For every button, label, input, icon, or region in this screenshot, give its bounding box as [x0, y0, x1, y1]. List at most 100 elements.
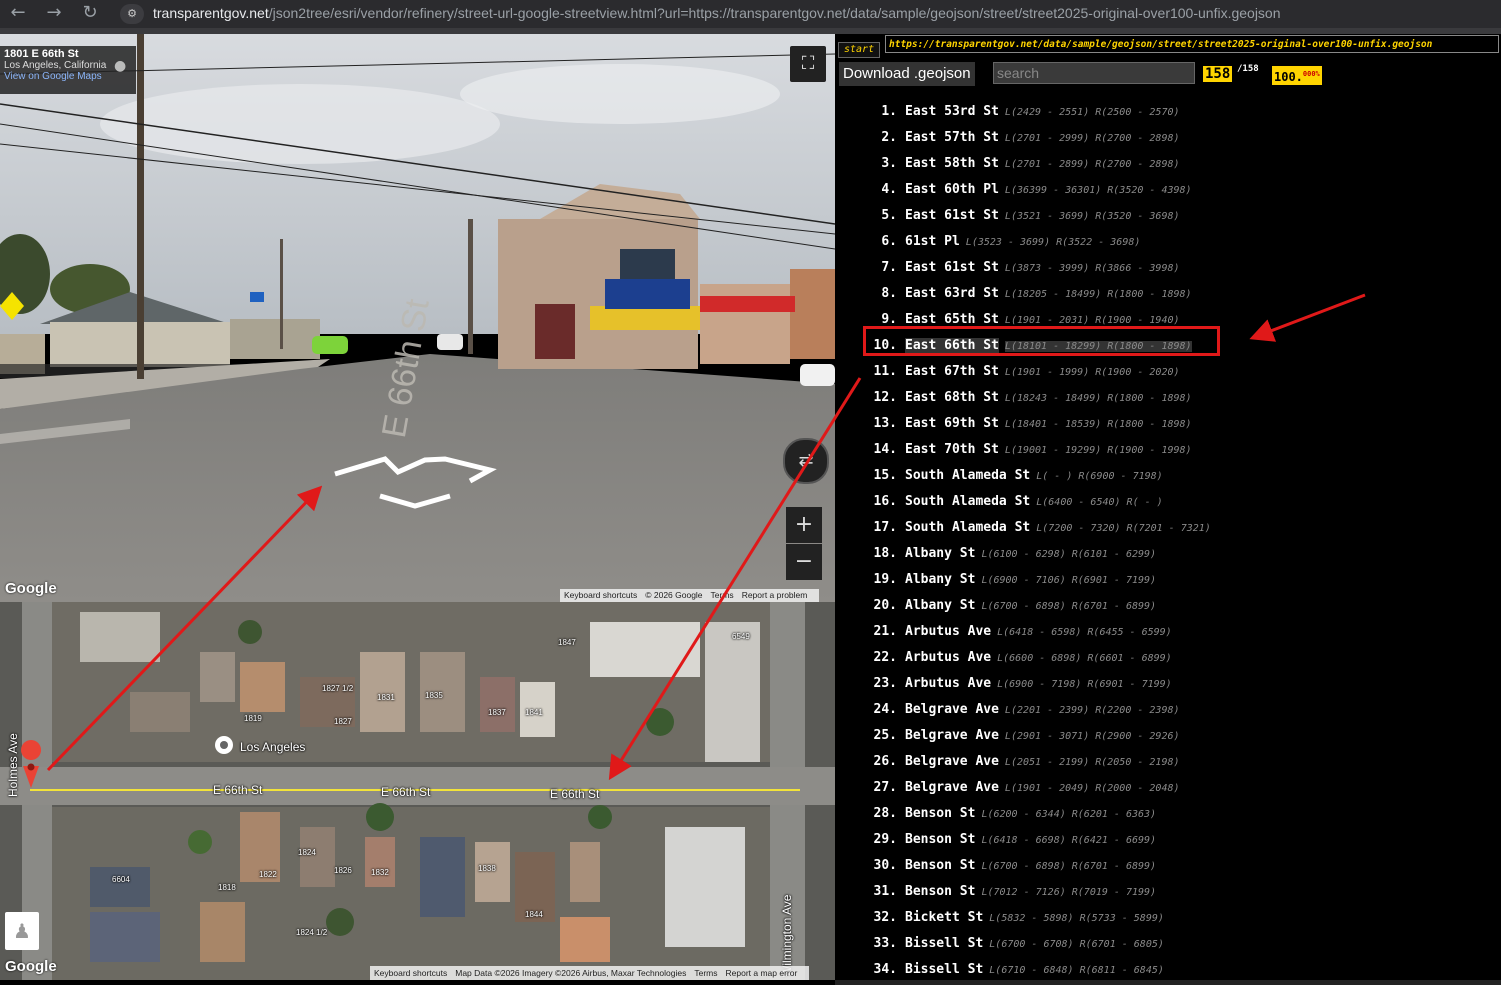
- site-info-icon[interactable]: ⚙: [120, 4, 144, 24]
- fullscreen-button[interactable]: ⛶: [790, 46, 826, 82]
- browser-toolbar: ← → ↻ ⚙ transparentgov.net/json2tree/esr…: [0, 0, 1501, 34]
- source-url-field[interactable]: https://transparentgov.net/data/sample/g…: [885, 35, 1499, 53]
- street-list-item[interactable]: 20. Albany St L(6700 - 6898) R(6701 - 6899…: [835, 591, 1501, 617]
- zoom-out-button[interactable]: −: [786, 544, 822, 580]
- street-view-panorama[interactable]: E 66th St 1801 E 66th St Los Angeles, Ca…: [0, 34, 835, 602]
- scrollbar-track[interactable]: [835, 980, 1501, 985]
- street-list-item[interactable]: 34. Bissell St L(6710 - 6848) R(6811 - 684…: [835, 955, 1501, 981]
- street-number: 31.: [873, 884, 897, 899]
- street-name: Benson St: [905, 832, 976, 847]
- parcel-number: 1838: [478, 864, 496, 873]
- street-list-item[interactable]: 30. Benson St L(6700 - 6898) R(6701 - 6899…: [835, 851, 1501, 877]
- view-on-google-maps-link[interactable]: View on Google Maps: [4, 71, 132, 82]
- street-number: 17.: [873, 520, 897, 535]
- street-list-item[interactable]: 8. East 63rd St L(18205 - 18499) R(1800 - …: [835, 279, 1501, 305]
- satellite-map[interactable]: E 66th St E 66th St E 66th St Holmes Ave…: [0, 602, 835, 980]
- zoom-in-button[interactable]: +: [786, 507, 822, 543]
- street-list-item[interactable]: 18. Albany St L(6100 - 6298) R(6101 - 6299…: [835, 539, 1501, 565]
- terms-link[interactable]: Terms: [711, 590, 734, 600]
- map-road-label-right: Wilmington Ave: [780, 894, 794, 977]
- map-data-text: Map Data ©2026 Imagery ©2026 Airbus, Max…: [455, 968, 687, 978]
- reload-icon[interactable]: ↻: [76, 0, 104, 28]
- minus-icon: −: [794, 549, 814, 574]
- address-bar[interactable]: transparentgov.net/json2tree/esri/vendor…: [153, 5, 1281, 21]
- street-list-item[interactable]: 15. South Alameda St L( - ) R(6900 - 7198): [835, 461, 1501, 487]
- street-list-item[interactable]: 32. Bickett St L(5832 - 5898) R(5733 - 589…: [835, 903, 1501, 929]
- street-list-item[interactable]: 7. East 61st St L(3873 - 3999) R(3866 - 39…: [835, 253, 1501, 279]
- street-address-range: L(3521 - 3699) R(3520 - 3698): [1004, 211, 1180, 222]
- street-number: 29.: [873, 832, 897, 847]
- street-list-item[interactable]: 22. Arbutus Ave L(6600 - 6898) R(6601 - 68…: [835, 643, 1501, 669]
- street-address-range: L(6418 - 6698) R(6421 - 6699): [981, 835, 1157, 846]
- street-name: South Alameda St: [905, 520, 1031, 535]
- forward-arrow-icon[interactable]: →: [40, 0, 68, 28]
- street-number: 6.: [881, 234, 897, 249]
- street-number: 19.: [873, 572, 897, 587]
- parcel-number: 1827: [334, 717, 352, 726]
- street-list-item[interactable]: 29. Benson St L(6418 - 6698) R(6421 - 6699…: [835, 825, 1501, 851]
- street-name: East 68th St: [905, 390, 999, 405]
- street-list-item[interactable]: 14. East 70th St L(19001 - 19299) R(1900 -…: [835, 435, 1501, 461]
- street-list-item[interactable]: 3. East 58th St L(2701 - 2899) R(2700 - 28…: [835, 149, 1501, 175]
- pegman-button[interactable]: ♟: [5, 912, 39, 950]
- street-list-item[interactable]: 2. East 57th St L(2701 - 2999) R(2700 - 28…: [835, 123, 1501, 149]
- street-list-item[interactable]: 13. East 69th St L(18401 - 18539) R(1800 -…: [835, 409, 1501, 435]
- street-list-item[interactable]: 1. East 53rd St L(2429 - 2551) R(2500 - 25…: [835, 97, 1501, 123]
- street-list-item[interactable]: 31. Benson St L(7012 - 7126) R(7019 - 7199…: [835, 877, 1501, 903]
- street-list-item[interactable]: 19. Albany St L(6900 - 7106) R(6901 - 7199…: [835, 565, 1501, 591]
- terms-link[interactable]: Terms: [694, 968, 717, 978]
- start-button[interactable]: start: [838, 42, 881, 58]
- back-arrow-icon[interactable]: ←: [4, 0, 32, 28]
- street-list-item[interactable]: 26. Belgrave Ave L(2051 - 2199) R(2050 - 2…: [835, 747, 1501, 773]
- compass-button[interactable]: ⇄: [783, 438, 829, 484]
- street-address-range: L(1901 - 2049) R(2000 - 2048): [1004, 783, 1180, 794]
- street-number: 7.: [881, 260, 897, 275]
- street-address-range: L(3873 - 3999) R(3866 - 3998): [1004, 263, 1180, 274]
- street-list-item[interactable]: 25. Belgrave Ave L(2901 - 3071) R(2900 - 2…: [835, 721, 1501, 747]
- keyboard-shortcuts-link[interactable]: Keyboard shortcuts: [564, 590, 637, 600]
- street-address-range: L(2701 - 2999) R(2700 - 2898): [1004, 133, 1180, 144]
- street-number: 26.: [873, 754, 897, 769]
- google-logo: Google: [5, 580, 57, 597]
- search-input[interactable]: [993, 62, 1195, 84]
- street-list-item[interactable]: 17. South Alameda St L(7200 - 7320) R(7201…: [835, 513, 1501, 539]
- street-name: East 61st St: [905, 208, 999, 223]
- street-list-item[interactable]: 27. Belgrave Ave L(1901 - 2049) R(2000 - 2…: [835, 773, 1501, 799]
- url-host: transparentgov.net: [153, 5, 269, 21]
- fullscreen-icon: ⛶: [801, 53, 815, 74]
- street-address-range: L(6600 - 6898) R(6601 - 6899): [997, 653, 1172, 664]
- street-address-range: L(5832 - 5898) R(5733 - 5899): [989, 913, 1164, 924]
- parcel-number: 1847: [558, 638, 576, 647]
- street-name: Belgrave Ave: [905, 702, 999, 717]
- map-pin-icon[interactable]: ●: [114, 58, 128, 76]
- street-number: 18.: [873, 546, 897, 561]
- keyboard-shortcuts-link[interactable]: Keyboard shortcuts: [374, 968, 447, 978]
- street-number: 22.: [873, 650, 897, 665]
- report-map-error-link[interactable]: Report a map error: [726, 968, 798, 978]
- street-address-range: L( - ) R(6900 - 7198): [1036, 471, 1163, 482]
- report-problem-link[interactable]: Report a problem: [742, 590, 808, 600]
- street-name: Albany St: [905, 546, 976, 561]
- street-list-item[interactable]: 12. East 68th St L(18243 - 18499) R(1800 -…: [835, 383, 1501, 409]
- street-list-item[interactable]: 33. Bissell St L(6700 - 6708) R(6701 - 680…: [835, 929, 1501, 955]
- street-list-item[interactable]: 21. Arbutus Ave L(6418 - 6598) R(6455 - 65…: [835, 617, 1501, 643]
- street-list-item[interactable]: 16. South Alameda St L(6400 - 6540) R( - ): [835, 487, 1501, 513]
- location-address: 1801 E 66th St: [4, 48, 79, 60]
- percent-badge: 100.000%: [1272, 66, 1322, 85]
- street-number: 1.: [881, 104, 897, 119]
- street-list-item[interactable]: 24. Belgrave Ave L(2201 - 2399) R(2200 - 2…: [835, 695, 1501, 721]
- street-address-range: L(6400 - 6540) R( - ): [1036, 497, 1163, 508]
- street-list-item[interactable]: 11. East 67th St L(1901 - 1999) R(1900 - 2…: [835, 357, 1501, 383]
- street-list-item[interactable]: 23. Arbutus Ave L(6900 - 7198) R(6901 - 71…: [835, 669, 1501, 695]
- street-number: 11.: [873, 364, 897, 379]
- street-list-item[interactable]: 5. East 61st St L(3521 - 3699) R(3520 - 36…: [835, 201, 1501, 227]
- street-list-item[interactable]: 4. East 60th Pl L(36399 - 36301) R(3520 - …: [835, 175, 1501, 201]
- street-address-range: L(18243 - 18499) R(1800 - 1898): [1004, 393, 1192, 404]
- street-number: 13.: [873, 416, 897, 431]
- download-geojson-button[interactable]: Download .geojson: [839, 62, 975, 86]
- street-list-item[interactable]: 28. Benson St L(6200 - 6344) R(6201 - 6363…: [835, 799, 1501, 825]
- parcel-number: 1826: [334, 866, 352, 875]
- street-address-range: L(6200 - 6344) R(6201 - 6363): [981, 809, 1157, 820]
- street-list-item[interactable]: 6. 61st Pl L(3523 - 3699) R(3522 - 3698): [835, 227, 1501, 253]
- street-list-panel: start https://transparentgov.net/data/sa…: [835, 34, 1501, 985]
